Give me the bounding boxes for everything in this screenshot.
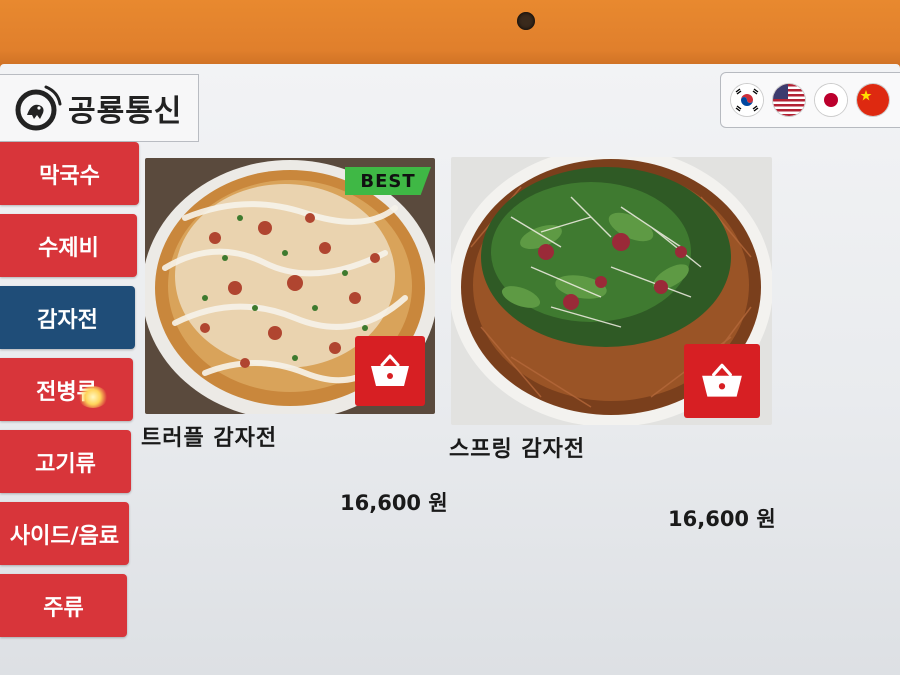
camera-lens: [517, 12, 535, 30]
best-badge: BEST: [345, 167, 431, 195]
basket-icon: [702, 363, 742, 397]
category-sujebi[interactable]: 수제비: [0, 214, 137, 277]
flag-jp-icon[interactable]: [815, 84, 847, 116]
screen-glare: [78, 386, 108, 408]
category-label: 사이드/음료: [9, 523, 120, 549]
kiosk-screen: 공룡통신 막국수 수제비 감자전 전병류 고기류 사이드/음료 주류 BEST …: [0, 64, 900, 675]
app-header-logo: 공룡통신: [0, 74, 199, 142]
category-jeonbyeong[interactable]: 전병류: [0, 358, 133, 421]
category-meat[interactable]: 고기류: [0, 430, 131, 493]
app-title: 공룡통신: [68, 94, 183, 129]
device-bezel: [0, 0, 900, 72]
dinosaur-wifi-logo-icon: [15, 85, 62, 131]
add-to-cart-button-spring[interactable]: [684, 344, 760, 418]
flag-cn-icon[interactable]: [857, 84, 889, 116]
category-label: 감자전: [37, 307, 98, 333]
category-label: 막국수: [39, 163, 100, 189]
category-label: 주류: [43, 595, 84, 621]
category-side-drinks[interactable]: 사이드/음료: [0, 502, 129, 565]
menu-item-price: 16,600 원: [340, 491, 448, 515]
language-selector: [720, 72, 900, 128]
basket-icon: [371, 354, 409, 386]
flag-us-icon[interactable]: [773, 84, 805, 116]
menu-item-name: 스프링 감자전: [449, 437, 586, 462]
category-label: 고기류: [35, 451, 96, 477]
flag-kr-icon[interactable]: [731, 84, 763, 116]
category-alcohol[interactable]: 주류: [0, 574, 127, 637]
menu-item-price: 16,600 원: [668, 507, 776, 531]
category-makguksu[interactable]: 막국수: [0, 142, 139, 205]
menu-item-name: 트러플 감자전: [141, 426, 278, 451]
category-gamjajeon[interactable]: 감자전: [0, 286, 135, 349]
add-to-cart-button-truffle[interactable]: [355, 336, 425, 406]
category-label: 수제비: [38, 235, 99, 261]
